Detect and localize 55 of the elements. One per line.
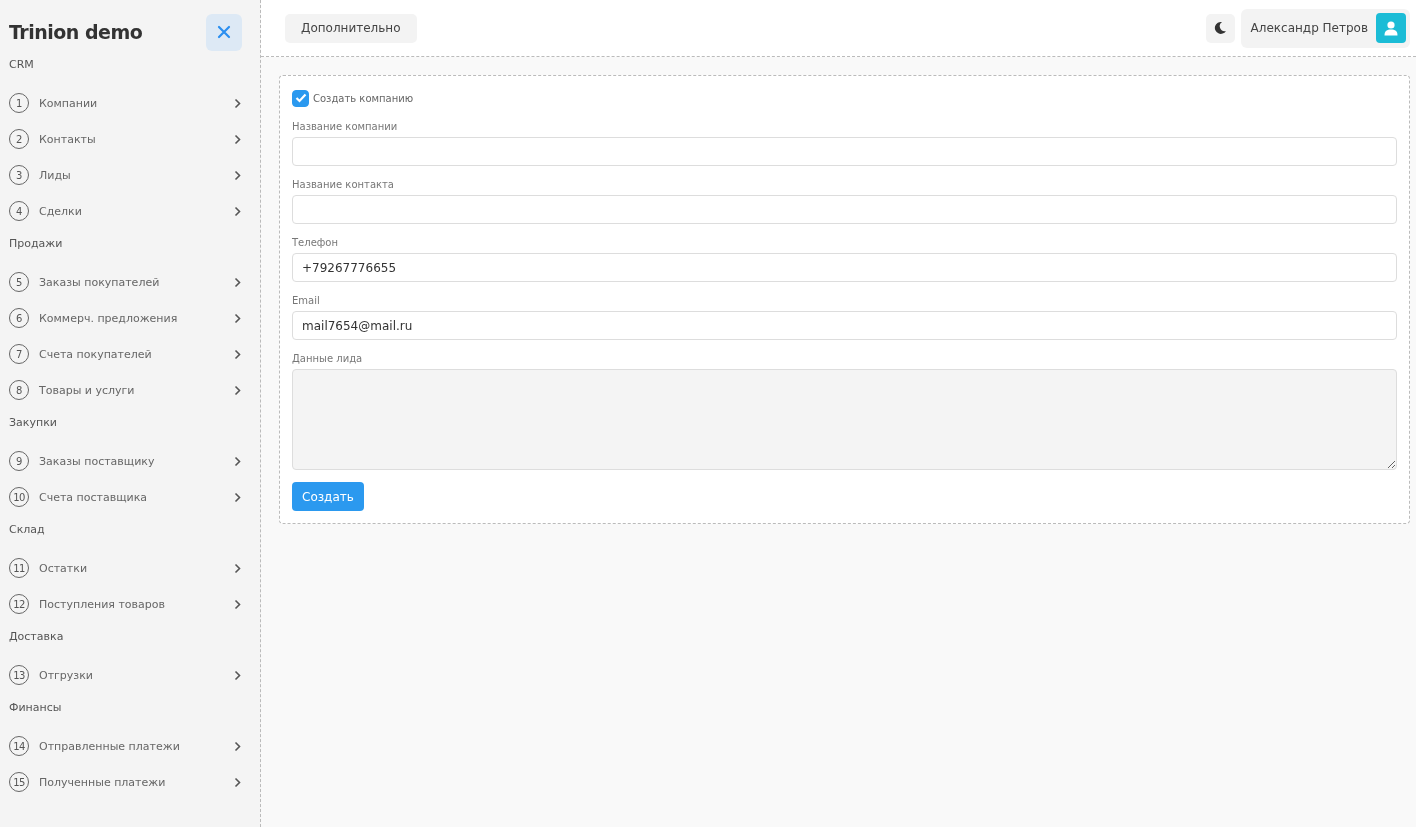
- field-label: Название контакта: [292, 179, 395, 190]
- moon-icon: [1213, 21, 1228, 35]
- field-label: Данные лида: [292, 353, 364, 364]
- chevron-right-icon: [234, 348, 241, 360]
- sidebar-item[interactable]: 5 Заказы покупателей: [9, 264, 260, 300]
- chevron-right-icon: [234, 133, 241, 145]
- input-field[interactable]: mail7654@mail.ru: [292, 311, 1397, 340]
- chevron-right-icon: [234, 776, 241, 788]
- section-heading: Склад: [9, 523, 46, 538]
- checkbox-label: Создать компанию: [313, 92, 414, 104]
- sidebar-item[interactable]: 3 Лиды: [9, 157, 260, 193]
- sidebar-item[interactable]: 10 Счета поставщика: [9, 479, 260, 515]
- chevron-right-icon: [234, 598, 241, 610]
- sidebar-item[interactable]: 13 Отгрузки: [9, 657, 260, 693]
- chevron-right-icon: [234, 169, 241, 181]
- chevron-right-icon: [234, 562, 241, 574]
- chevron-right-icon: [234, 491, 241, 503]
- theme-toggle-button[interactable]: [1205, 13, 1235, 43]
- close-icon: [217, 25, 231, 39]
- user-menu-button[interactable]: Александр Петров: [1240, 8, 1410, 48]
- user-icon: [1383, 20, 1399, 36]
- section-heading: Доставка: [9, 630, 65, 645]
- sidebar-item[interactable]: 15 Полученные платежи: [9, 764, 260, 800]
- section-heading: Финансы: [9, 701, 63, 716]
- sidebar-item[interactable]: 4 Сделки: [9, 193, 260, 229]
- chevron-right-icon: [234, 740, 241, 752]
- section-heading: CRM: [9, 58, 35, 73]
- sidebar-item[interactable]: 6 Коммерч. предложения: [9, 300, 260, 336]
- section-heading: Продажи: [9, 237, 64, 252]
- chevron-right-icon: [234, 205, 241, 217]
- close-button[interactable]: [206, 13, 242, 51]
- sidebar-item[interactable]: 11 Остатки: [9, 550, 260, 586]
- input-field[interactable]: [292, 137, 1397, 166]
- input-field[interactable]: +79267776655: [292, 253, 1397, 282]
- sidebar-item[interactable]: 8 Товары и услуги: [9, 372, 260, 408]
- input-field[interactable]: [292, 195, 1397, 224]
- sidebar-item[interactable]: 2 Контакты: [9, 121, 260, 157]
- app-title: Trinion demo: [9, 21, 143, 43]
- sidebar-item[interactable]: 12 Поступления товаров: [9, 586, 260, 622]
- field-label: Email: [292, 295, 321, 306]
- more-button[interactable]: Дополнительно: [285, 13, 417, 43]
- sidebar-item[interactable]: 14 Отправленные платежи: [9, 728, 260, 764]
- chevron-right-icon: [234, 384, 241, 396]
- field-label: Телефон: [292, 237, 339, 248]
- section-heading: Закупки: [9, 416, 58, 431]
- sidebar-item[interactable]: 7 Счета покупателей: [9, 336, 260, 372]
- chevron-right-icon: [234, 669, 241, 681]
- sidebar-item[interactable]: 1 Компании: [9, 85, 260, 121]
- sidebar-item[interactable]: 9 Заказы поставщику: [9, 443, 260, 479]
- checkbox[interactable]: [292, 89, 309, 107]
- chevron-right-icon: [234, 97, 241, 109]
- field-label: Название компании: [292, 121, 399, 132]
- chevron-right-icon: [234, 312, 241, 324]
- chevron-right-icon: [234, 276, 241, 288]
- chevron-right-icon: [234, 455, 241, 467]
